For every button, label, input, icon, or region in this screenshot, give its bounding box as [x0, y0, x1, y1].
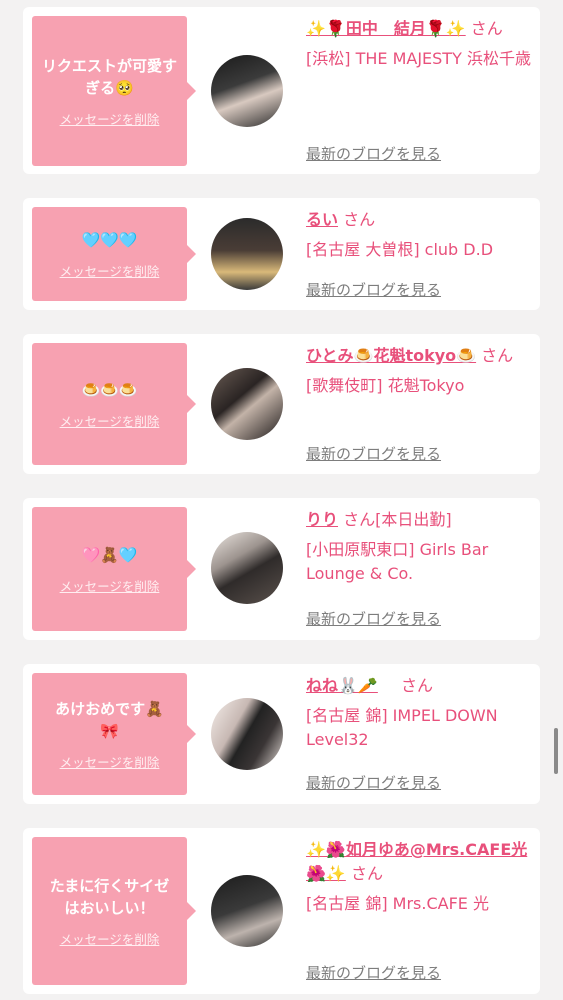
latest-blog-link[interactable]: 最新のブログを見る — [306, 608, 441, 629]
avatar[interactable] — [211, 218, 283, 290]
avatar[interactable] — [211, 532, 283, 604]
latest-blog-link[interactable]: 最新のブログを見る — [306, 772, 441, 793]
scrollbar[interactable] — [554, 728, 558, 774]
girl-name-link[interactable]: ✨🌺如月ゆあ@Mrs.CAFE光🌺✨ — [306, 840, 527, 883]
latest-blog-link[interactable]: 最新のブログを見る — [306, 143, 441, 164]
message-bubble: リクエストが可愛すぎる🥺 メッセージを削除 — [32, 16, 196, 166]
honorific: さん — [400, 676, 433, 695]
shop-name: [浜松] THE MAJESTY 浜松千歳 — [306, 49, 531, 68]
latest-blog-link[interactable]: 最新のブログを見る — [306, 279, 441, 300]
girl-name-link[interactable]: ねね🐰🥕 — [306, 676, 378, 695]
message-card: 🩷🧸🩵 メッセージを削除 りり さん[本日出勤] [小田原駅東口] Girls … — [23, 498, 540, 640]
honorific: さん — [481, 346, 514, 365]
message-card: 🍮🍮🍮 メッセージを削除 ひとみ🍮花魁tokyo🍮 さん [歌舞伎町] 花魁To… — [23, 334, 540, 474]
message-bubble: 🍮🍮🍮 メッセージを削除 — [32, 343, 196, 465]
avatar[interactable] — [211, 698, 283, 770]
message-text: あけおめです🧸🎀 — [55, 699, 164, 740]
latest-blog-link[interactable]: 最新のブログを見る — [306, 443, 441, 464]
delete-message-link[interactable]: メッセージを削除 — [60, 411, 160, 430]
delete-message-link[interactable]: メッセージを削除 — [60, 752, 160, 771]
honorific: さん — [343, 210, 376, 229]
message-bubble: あけおめです🧸🎀 メッセージを削除 — [32, 673, 196, 795]
message-text: 🩵🩵🩵 — [81, 230, 138, 249]
avatar[interactable] — [211, 368, 283, 440]
avatar[interactable] — [211, 55, 283, 127]
delete-message-link[interactable]: メッセージを削除 — [60, 261, 160, 280]
delete-message-link[interactable]: メッセージを削除 — [60, 929, 160, 948]
shop-name: [名古屋 錦] Mrs.CAFE 光 — [306, 894, 489, 913]
message-text: 🍮🍮🍮 — [81, 380, 138, 399]
shop-name: [名古屋 大曽根] club D.D — [306, 240, 494, 259]
latest-blog-link[interactable]: 最新のブログを見る — [306, 962, 441, 983]
girl-name-link[interactable]: るい — [306, 210, 338, 229]
delete-message-link[interactable]: メッセージを削除 — [60, 109, 160, 128]
shop-name: [小田原駅東口] Girls Bar Lounge & Co. — [306, 540, 489, 583]
message-text: リクエストが可愛すぎる🥺 — [41, 56, 177, 97]
message-bubble: たまに行くサイゼはおいしい！ メッセージを削除 — [32, 837, 196, 985]
message-card: 🩵🩵🩵 メッセージを削除 るい さん [名古屋 大曽根] club D.D 最新… — [23, 198, 540, 310]
girl-name-link[interactable]: ✨🌹田中 結月🌹✨ — [306, 19, 466, 38]
honorific: さん — [350, 864, 383, 883]
honorific: さん — [470, 19, 503, 38]
message-text: 🩷🧸🩵 — [81, 545, 138, 564]
message-card: リクエストが可愛すぎる🥺 メッセージを削除 ✨🌹田中 結月🌹✨ さん [浜松] … — [23, 7, 540, 174]
shop-name: [歌舞伎町] 花魁Tokyo — [306, 376, 465, 395]
message-bubble: 🩷🧸🩵 メッセージを削除 — [32, 507, 196, 631]
delete-message-link[interactable]: メッセージを削除 — [60, 576, 160, 595]
message-card: たまに行くサイゼはおいしい！ メッセージを削除 ✨🌺如月ゆあ@Mrs.CAFE光… — [23, 828, 540, 994]
girl-name-link[interactable]: りり — [306, 510, 338, 529]
message-bubble: 🩵🩵🩵 メッセージを削除 — [32, 207, 196, 301]
message-text: たまに行くサイゼはおいしい！ — [49, 876, 170, 917]
avatar[interactable] — [211, 875, 283, 947]
shop-name: [名古屋 錦] IMPEL DOWN Level32 — [306, 706, 498, 749]
honorific: さん[本日出勤] — [343, 510, 452, 529]
message-card: あけおめです🧸🎀 メッセージを削除 ねね🐰🥕 さん [名古屋 錦] IMPEL … — [23, 664, 540, 804]
girl-name-link[interactable]: ひとみ🍮花魁tokyo🍮 — [306, 346, 476, 365]
